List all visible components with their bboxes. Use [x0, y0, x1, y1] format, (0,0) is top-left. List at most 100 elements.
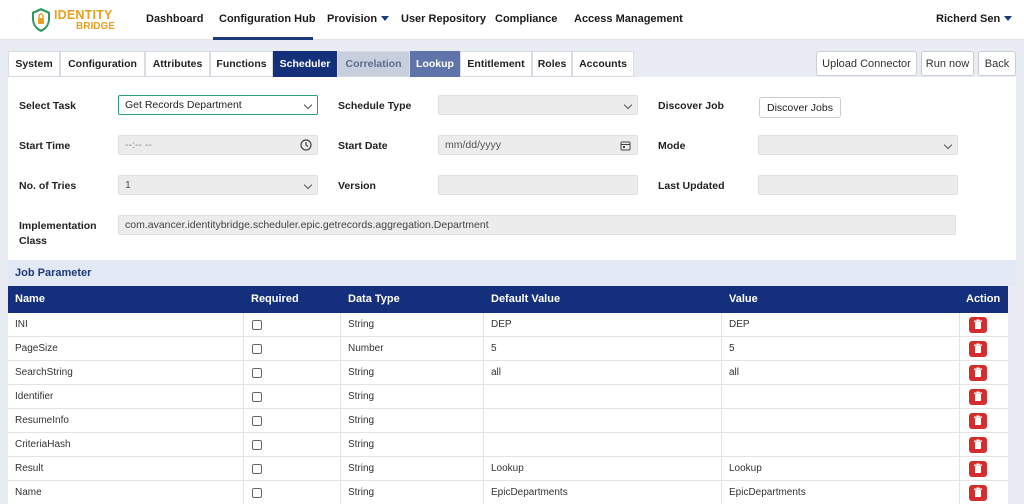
user-menu[interactable]: Richerd Sen — [936, 13, 1013, 25]
implementation-class-value: com.avancer.identitybridge.scheduler.epi… — [125, 219, 489, 231]
tries-dropdown[interactable]: 1 — [118, 175, 318, 195]
param-value[interactable]: all — [722, 361, 960, 385]
tries-value: 1 — [125, 179, 131, 191]
table-row: CriteriaHash String — [8, 433, 1008, 457]
last-updated-input[interactable] — [758, 175, 958, 195]
schedule-type-dropdown[interactable] — [438, 95, 638, 115]
required-checkbox[interactable] — [252, 464, 262, 474]
chevron-down-icon — [381, 16, 390, 21]
trash-icon — [974, 367, 982, 377]
delete-button[interactable] — [969, 365, 987, 381]
param-default[interactable]: DEP — [484, 313, 722, 337]
schedule-type-label: Schedule Type — [338, 100, 412, 112]
chevron-down-icon — [623, 100, 633, 110]
tab-scheduler[interactable]: Scheduler — [273, 51, 337, 77]
last-updated-label: Last Updated — [658, 180, 725, 192]
version-input[interactable] — [438, 175, 638, 195]
nav-provision[interactable]: Provision — [327, 13, 390, 25]
implementation-label-line1: Implementation — [19, 220, 97, 232]
required-checkbox[interactable] — [252, 368, 262, 378]
param-default[interactable]: 5 — [484, 337, 722, 361]
required-checkbox[interactable] — [252, 440, 262, 450]
param-value[interactable]: EpicDepartments — [722, 481, 960, 504]
nav-configuration-hub[interactable]: Configuration Hub — [219, 13, 316, 25]
delete-button[interactable] — [969, 341, 987, 357]
start-time-value: --:-- -- — [125, 139, 152, 151]
tab-attributes[interactable]: Attributes — [145, 51, 210, 77]
param-name: CriteriaHash — [8, 433, 244, 457]
brand-logo[interactable]: IDENTITY BRIDGE — [30, 5, 118, 35]
param-default[interactable]: all — [484, 361, 722, 385]
discover-jobs-button[interactable]: Discover Jobs — [759, 97, 841, 118]
param-value[interactable] — [722, 385, 960, 409]
start-time-input[interactable]: --:-- -- — [118, 135, 318, 155]
upload-connector-button[interactable]: Upload Connector — [816, 51, 917, 76]
required-checkbox[interactable] — [252, 344, 262, 354]
clock-icon[interactable] — [300, 139, 312, 151]
table-row: INI String DEP DEP — [8, 313, 1008, 337]
required-checkbox[interactable] — [252, 320, 262, 330]
nav-access-management[interactable]: Access Management — [574, 13, 683, 25]
param-default[interactable] — [484, 409, 722, 433]
start-date-input[interactable]: mm/dd/yyyy — [438, 135, 638, 155]
required-checkbox[interactable] — [252, 392, 262, 402]
param-name: INI — [8, 313, 244, 337]
param-type: String — [341, 481, 484, 504]
select-task-dropdown[interactable]: Get Records Department — [118, 95, 318, 115]
user-name: Richerd Sen — [936, 13, 1001, 25]
tab-lookup[interactable]: Lookup — [410, 51, 460, 77]
table-row: SearchString String all all — [8, 361, 1008, 385]
delete-button[interactable] — [969, 437, 987, 453]
tab-entitlement[interactable]: Entitlement — [460, 51, 532, 77]
tab-functions[interactable]: Functions — [210, 51, 273, 77]
delete-button[interactable] — [969, 317, 987, 333]
delete-button[interactable] — [969, 461, 987, 477]
trash-icon — [974, 463, 982, 473]
tab-roles[interactable]: Roles — [532, 51, 572, 77]
mode-dropdown[interactable] — [758, 135, 958, 155]
version-label: Version — [338, 180, 376, 192]
column-action: Action — [966, 293, 1001, 305]
param-name: PageSize — [8, 337, 244, 361]
run-now-button[interactable]: Run now — [921, 51, 974, 76]
nav-user-repository[interactable]: User Repository — [401, 13, 486, 25]
param-value[interactable]: Lookup — [722, 457, 960, 481]
scheduler-form: Select Task Get Records Department Sched… — [8, 77, 1016, 260]
param-type: Number — [341, 337, 484, 361]
param-name: Result — [8, 457, 244, 481]
param-name: Name — [8, 481, 244, 504]
param-name: ResumeInfo — [8, 409, 244, 433]
table-row: PageSize Number 5 5 — [8, 337, 1008, 361]
discover-job-label: Discover Job — [658, 100, 724, 112]
param-type: String — [341, 457, 484, 481]
nav-compliance[interactable]: Compliance — [495, 13, 557, 25]
param-default[interactable] — [484, 433, 722, 457]
param-default[interactable] — [484, 385, 722, 409]
chevron-down-icon — [303, 100, 313, 110]
delete-button[interactable] — [969, 485, 987, 501]
param-default[interactable]: EpicDepartments — [484, 481, 722, 504]
tab-correlation[interactable]: Correlation — [337, 51, 410, 77]
trash-icon — [974, 415, 982, 425]
param-value[interactable]: DEP — [722, 313, 960, 337]
start-time-label: Start Time — [19, 140, 71, 152]
param-value[interactable]: 5 — [722, 337, 960, 361]
top-navbar: IDENTITY BRIDGE Dashboard Configuration … — [0, 0, 1024, 40]
param-value[interactable] — [722, 433, 960, 457]
tab-configuration[interactable]: Configuration — [60, 51, 145, 77]
implementation-class-input[interactable]: com.avancer.identitybridge.scheduler.epi… — [118, 215, 956, 235]
back-button[interactable]: Back — [978, 51, 1016, 76]
tab-system[interactable]: System — [8, 51, 60, 77]
required-checkbox[interactable] — [252, 416, 262, 426]
tab-accounts[interactable]: Accounts — [572, 51, 634, 77]
job-parameter-table-header: Name Required Data Type Default Value Va… — [8, 286, 1008, 313]
calendar-icon[interactable] — [620, 140, 631, 151]
required-checkbox[interactable] — [252, 488, 262, 498]
nav-dashboard[interactable]: Dashboard — [146, 13, 203, 25]
trash-icon — [974, 439, 982, 449]
delete-button[interactable] — [969, 413, 987, 429]
delete-button[interactable] — [969, 389, 987, 405]
param-default[interactable]: Lookup — [484, 457, 722, 481]
param-value[interactable] — [722, 409, 960, 433]
select-task-value: Get Records Department — [125, 99, 242, 111]
